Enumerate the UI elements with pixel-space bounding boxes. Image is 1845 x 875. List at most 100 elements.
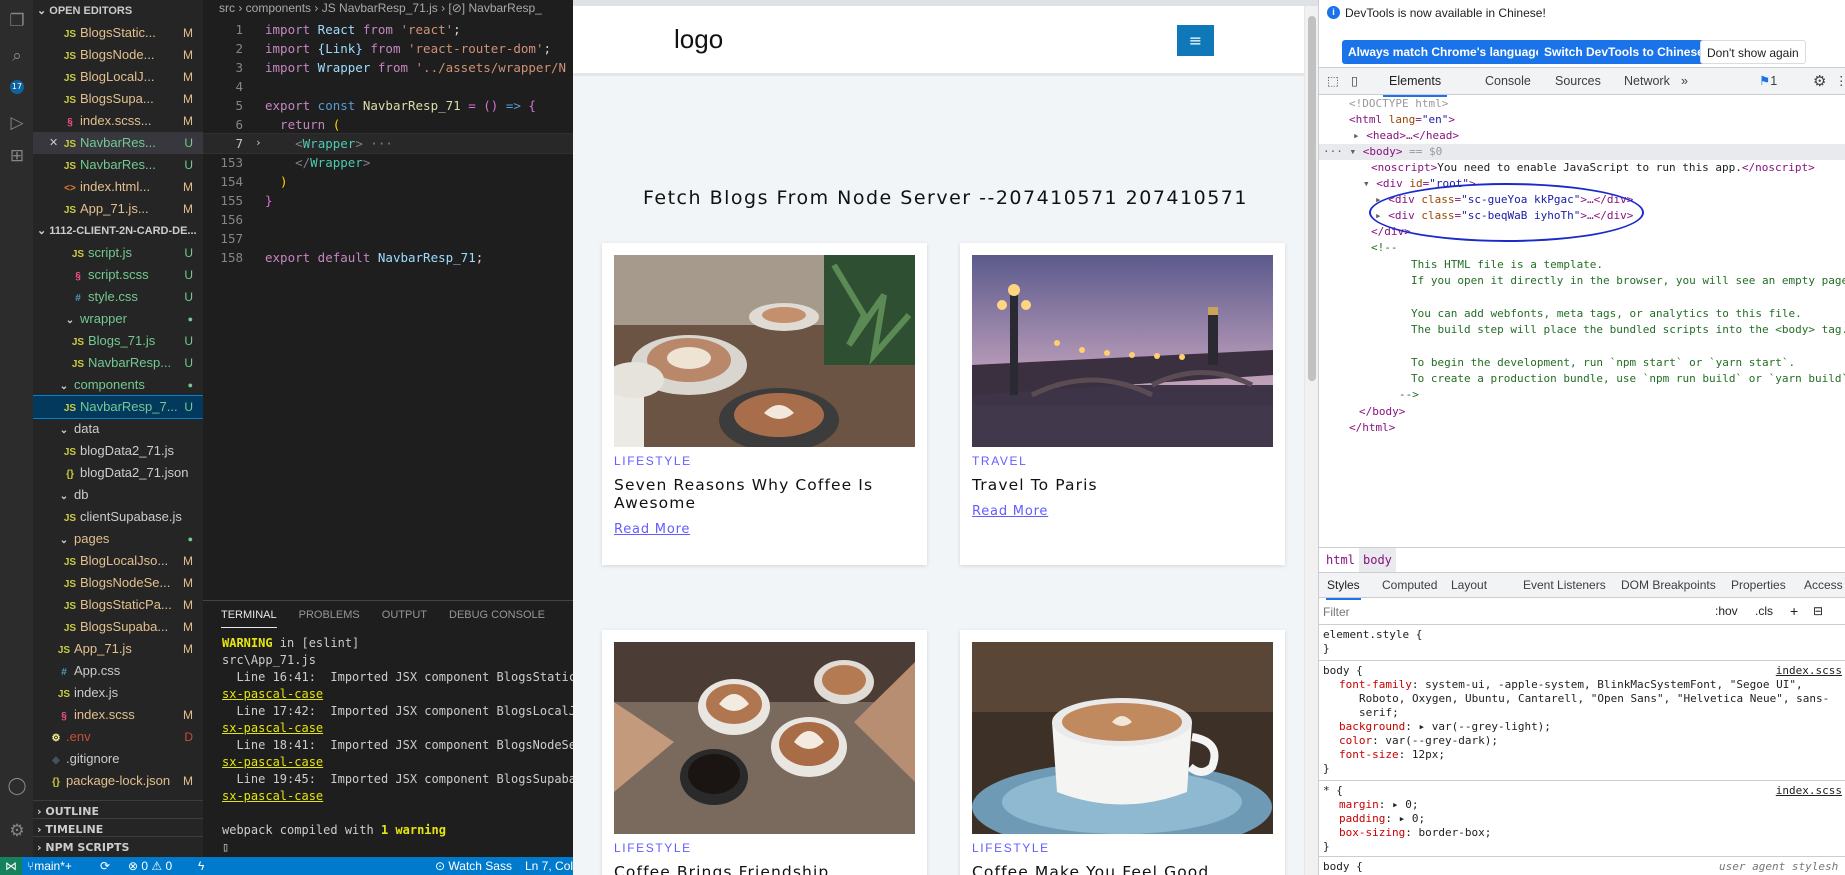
code-line-158[interactable]: 158 export default NavbarResp_71;	[203, 248, 573, 267]
dom-noscript-node[interactable]: <noscript>You need to enable JavaScript …	[1371, 160, 1815, 176]
tab-layout[interactable]: Layout	[1451, 573, 1487, 598]
terminal-output[interactable]: WARNING in [eslint] src\App_71.js Line 1…	[203, 629, 573, 856]
code-line-2[interactable]: 2 import {Link} from 'react-router-dom';	[203, 39, 573, 58]
file-item[interactable]: JS NavbarResp... U	[33, 352, 203, 374]
problems-status[interactable]: ⊗ 0 ⚠ 0	[128, 857, 172, 875]
blog-card[interactable]: TRAVEL Travel To Paris Read More	[960, 243, 1285, 565]
open-editor-item[interactable]: JS BlogsNode... M	[33, 44, 203, 66]
universal-selector[interactable]: * {	[1323, 784, 1343, 798]
dom-doctype[interactable]: <!DOCTYPE html>	[1349, 96, 1448, 112]
element-style-selector[interactable]: element.style {	[1323, 628, 1422, 642]
file-item[interactable]: ◆ .gitignore	[33, 748, 203, 770]
code-line-155[interactable]: 155}	[203, 191, 573, 210]
always-match-language-button[interactable]: Always match Chrome's language	[1342, 40, 1549, 64]
sync-icon[interactable]: ⟳	[100, 857, 110, 875]
tab-network[interactable]: Network	[1624, 68, 1670, 95]
file-item[interactable]: JS App_71.js M	[33, 638, 203, 660]
close-icon[interactable]: ✕	[49, 132, 58, 154]
folder-item[interactable]: ⌄ pages ●	[33, 528, 203, 550]
dom-body-node[interactable]: ··· ▾ <body> == $0	[1319, 144, 1845, 160]
paris-bridge-image[interactable]	[972, 255, 1273, 447]
code-line-4[interactable]: 4	[203, 77, 573, 96]
dom-comment-open[interactable]: <!--	[1371, 240, 1398, 256]
file-item[interactable]: JS clientSupabase.js	[33, 506, 203, 528]
open-editor-item[interactable]: JS BlogsStatic... M	[33, 22, 203, 44]
tab-problems[interactable]: PROBLEMS	[299, 603, 360, 627]
file-item[interactable]: JS BlogsNodeSe... M	[33, 572, 203, 594]
prop-margin[interactable]: margin: ▸ 0;	[1339, 798, 1419, 812]
style-source-link[interactable]: index.scss	[1776, 664, 1842, 677]
code-line-154[interactable]: 154 )	[203, 172, 573, 191]
tab-event-listeners[interactable]: Event Listeners	[1523, 573, 1606, 598]
read-more-link[interactable]: Read More	[614, 522, 690, 537]
remote-icon[interactable]: ⋈	[0, 857, 22, 875]
page-scrollbar[interactable]	[1304, 6, 1318, 875]
code-line-3[interactable]: 3 import Wrapper from '../assets/wrapper/…	[203, 58, 573, 77]
settings-gear-icon[interactable]: ⚙	[6, 820, 28, 842]
read-more-link[interactable]: Read More	[972, 504, 1048, 519]
project-header[interactable]: ⌄ 1112-CLIENT-2N-CARD-DE...	[33, 220, 203, 242]
dom-tree[interactable]: <!DOCTYPE html> <html lang="en"> ▸ <head…	[1319, 96, 1845, 546]
open-editor-item[interactable]: JS BlogsSupa... M	[33, 88, 203, 110]
scroll-thumb[interactable]	[1308, 16, 1316, 381]
device-toolbar-icon[interactable]: ▯	[1351, 68, 1358, 95]
file-item[interactable]: JS BlogsSupaba... M	[33, 616, 203, 638]
new-style-rule-icon[interactable]: +	[1790, 598, 1798, 625]
file-item[interactable]: § script.scss U	[33, 264, 203, 286]
file-item[interactable]: ⚙ .env D	[33, 726, 203, 748]
file-item[interactable]: # style.css U	[33, 286, 203, 308]
prop-padding[interactable]: padding: ▸ 0;	[1339, 812, 1425, 826]
tab-accessibility[interactable]: Access	[1804, 573, 1843, 598]
more-options-icon[interactable]: ⋮	[1835, 68, 1845, 95]
tab-styles[interactable]: Styles	[1326, 573, 1361, 600]
styles-pane[interactable]: element.style { } body { index.scss font…	[1319, 626, 1845, 875]
coffee-cups-image[interactable]	[614, 255, 915, 447]
dom-html-node[interactable]: <html lang="en">	[1349, 112, 1455, 128]
tab-computed[interactable]: Computed	[1382, 573, 1437, 598]
hov-toggle[interactable]: :hov	[1715, 598, 1738, 625]
file-item[interactable]: {} blogData2_71.json	[33, 462, 203, 484]
computed-sidebar-icon[interactable]: ⊟	[1813, 598, 1823, 625]
more-tabs-icon[interactable]: »	[1681, 68, 1688, 95]
open-editors-header[interactable]: ⌄ OPEN EDITORS	[33, 0, 203, 22]
open-editor-item[interactable]: JS BlogLocalJ... M	[33, 66, 203, 88]
expand-arrow-icon[interactable]: ▸	[1353, 129, 1360, 142]
file-item[interactable]: JS BlogLocalJso... M	[33, 550, 203, 572]
folder-item[interactable]: ⌄ wrapper ●	[33, 308, 203, 330]
tab-console[interactable]: Console	[1485, 68, 1531, 95]
cursor-position[interactable]: Ln 7, Col	[525, 857, 573, 875]
branch-status[interactable]: ⑂ main*+	[27, 857, 72, 875]
open-editor-item[interactable]: JS App_71.js... M	[33, 198, 203, 220]
code-line-6[interactable]: 6 return (	[203, 115, 573, 134]
code-line-1[interactable]: 1 import React from 'react';	[203, 20, 573, 39]
menu-toggle-button[interactable]: ≡	[1177, 25, 1214, 56]
folder-item[interactable]: ⌄ db	[33, 484, 203, 506]
inspect-element-icon[interactable]: ⬚	[1327, 68, 1339, 95]
prop-box-sizing[interactable]: box-sizing: border-box;	[1339, 826, 1491, 840]
tab-properties[interactable]: Properties	[1731, 573, 1786, 598]
dom-html-close[interactable]: </html>	[1349, 420, 1395, 436]
file-item[interactable]: JS index.js	[33, 682, 203, 704]
cls-toggle[interactable]: .cls	[1755, 598, 1773, 625]
switch-to-chinese-button[interactable]: Switch DevTools to Chinese	[1538, 40, 1710, 64]
npm-scripts-header[interactable]: › NPM SCRIPTS	[33, 836, 203, 858]
file-item[interactable]: # App.css	[33, 660, 203, 682]
file-item[interactable]: JS NavbarResp_7... U	[33, 395, 203, 419]
issues-badge[interactable]: ⚑ 1	[1759, 68, 1777, 95]
folder-item[interactable]: ⌄ components ●	[33, 374, 203, 396]
fold-chevron-icon[interactable]: ›	[255, 136, 262, 149]
file-item[interactable]: § index.scss M	[33, 704, 203, 726]
watch-sass-button[interactable]: ⊙ Watch Sass	[435, 857, 512, 875]
tab-output[interactable]: OUTPUT	[382, 603, 427, 627]
folder-item[interactable]: ⌄ data	[33, 418, 203, 440]
file-item[interactable]: JS blogData2_71.js	[33, 440, 203, 462]
explorer-icon[interactable]: ❐	[6, 10, 28, 32]
crumb-body[interactable]: body	[1359, 548, 1396, 572]
code-line-5[interactable]: 5 export const NavbarResp_71 = () => {	[203, 96, 573, 115]
file-item[interactable]: {} package-lock.json M	[33, 770, 203, 792]
dont-show-again-button[interactable]: Don't show again	[1700, 40, 1806, 64]
file-item[interactable]: JS Blogs_71.js U	[33, 330, 203, 352]
code-editor[interactable]: src › components › JS NavbarResp_71.js ›…	[203, 0, 573, 600]
file-item[interactable]: JS script.js U	[33, 242, 203, 264]
tab-debug-console[interactable]: DEBUG CONSOLE	[449, 603, 545, 627]
